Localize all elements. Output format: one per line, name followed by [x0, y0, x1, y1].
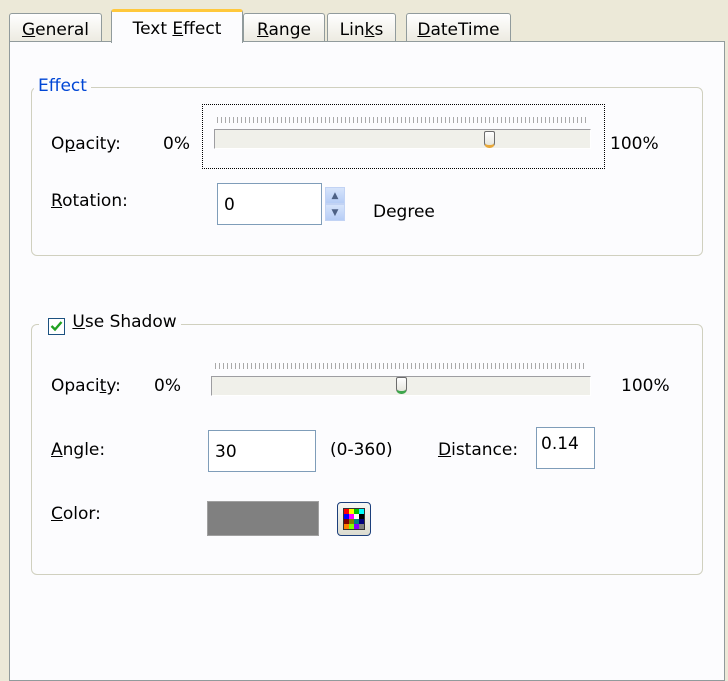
angle-label: Angle:	[51, 440, 105, 460]
rotation-label-rest: otation:	[62, 191, 128, 211]
tab-text-effect-label: ffect	[183, 19, 222, 39]
shadow-opacity-label: Opacity:	[51, 376, 121, 396]
effect-group-legend: Effect	[34, 76, 91, 96]
effect-opacity-label-rest: acity:	[75, 134, 121, 154]
rotation-accel: R	[51, 191, 63, 211]
color-label: Color:	[51, 504, 101, 524]
effect-opacity-max: 100%	[610, 134, 659, 154]
effect-opacity-slider[interactable]	[202, 104, 605, 169]
angle-input[interactable]: 30	[208, 430, 316, 472]
tab-general-label: eneral	[35, 20, 89, 40]
shadow-opacity-label-pre: Opaci	[51, 376, 100, 396]
color-accel: C	[51, 504, 63, 524]
tab-text-effect-label-pre: Text	[132, 19, 173, 39]
effect-opacity-accel: p	[64, 134, 76, 154]
shadow-opacity-min: 0%	[154, 376, 181, 396]
tab-general-accel: G	[21, 20, 36, 40]
rotation-down-icon[interactable]: ▼	[325, 204, 345, 221]
distance-accel: D	[438, 440, 452, 460]
effect-slider-track	[214, 129, 591, 149]
tab-range-accel: R	[257, 20, 269, 40]
shadow-opacity-label-rest: y:	[106, 376, 121, 396]
tab-datetime-label: ateTime	[430, 20, 500, 40]
rotation-input[interactable]: 0	[217, 183, 322, 225]
effect-opacity-label-pre: O	[51, 134, 65, 154]
distance-label-rest: istance:	[451, 440, 519, 460]
shadow-opacity-slider[interactable]	[200, 352, 600, 402]
use-shadow-label-rest: se Shadow	[84, 312, 177, 332]
distance-input[interactable]: 0.14	[536, 427, 595, 469]
angle-range: (0-360)	[330, 440, 393, 460]
color-palette-icon	[343, 508, 365, 530]
tab-datetime[interactable]: DateTime	[406, 13, 511, 42]
use-shadow-checkbox[interactable]	[48, 317, 65, 335]
rotation-up-icon[interactable]: ▲	[325, 187, 345, 204]
angle-label-rest: ngle:	[62, 440, 106, 460]
effect-opacity-min: 0%	[163, 134, 190, 154]
tab-datetime-accel: D	[417, 20, 431, 40]
effect-opacity-label: Opacity:	[51, 134, 121, 154]
shadow-group-legend[interactable]: Use Shadow	[39, 312, 181, 335]
check-icon	[50, 321, 63, 332]
distance-label: Distance:	[438, 440, 518, 460]
effect-slider-ticks	[217, 117, 589, 123]
color-picker-button[interactable]	[337, 502, 371, 536]
tab-links[interactable]: Links	[327, 13, 396, 42]
shadow-slider-thumb[interactable]	[396, 377, 407, 394]
rotation-spinner[interactable]: ▲ ▼	[325, 187, 345, 221]
tab-range[interactable]: Range	[243, 13, 325, 42]
tab-text-effect-accel: E	[172, 19, 184, 39]
color-label-rest: olor:	[62, 504, 101, 524]
tab-links-label: s	[374, 20, 384, 40]
use-shadow-accel: U	[72, 312, 85, 332]
tab-range-label: ange	[268, 20, 311, 40]
tab-general[interactable]: General	[9, 13, 102, 42]
tab-panel: Effect Opacity: 0% 100% Rotation: 0 ▲ ▼ …	[9, 41, 725, 681]
shadow-opacity-max: 100%	[621, 376, 670, 396]
rotation-label: Rotation:	[51, 191, 128, 211]
effect-slider-thumb[interactable]	[483, 131, 495, 148]
use-shadow-label[interactable]: Use Shadow	[72, 312, 176, 332]
rotation-unit: Degree	[373, 202, 435, 222]
tab-text-effect[interactable]: Text Effect	[111, 9, 243, 43]
tab-links-label-pre: Lin	[339, 20, 365, 40]
angle-accel: A	[51, 440, 63, 460]
shadow-color-swatch	[207, 501, 319, 536]
tab-links-accel: k	[364, 20, 375, 40]
shadow-slider-ticks	[215, 363, 587, 369]
